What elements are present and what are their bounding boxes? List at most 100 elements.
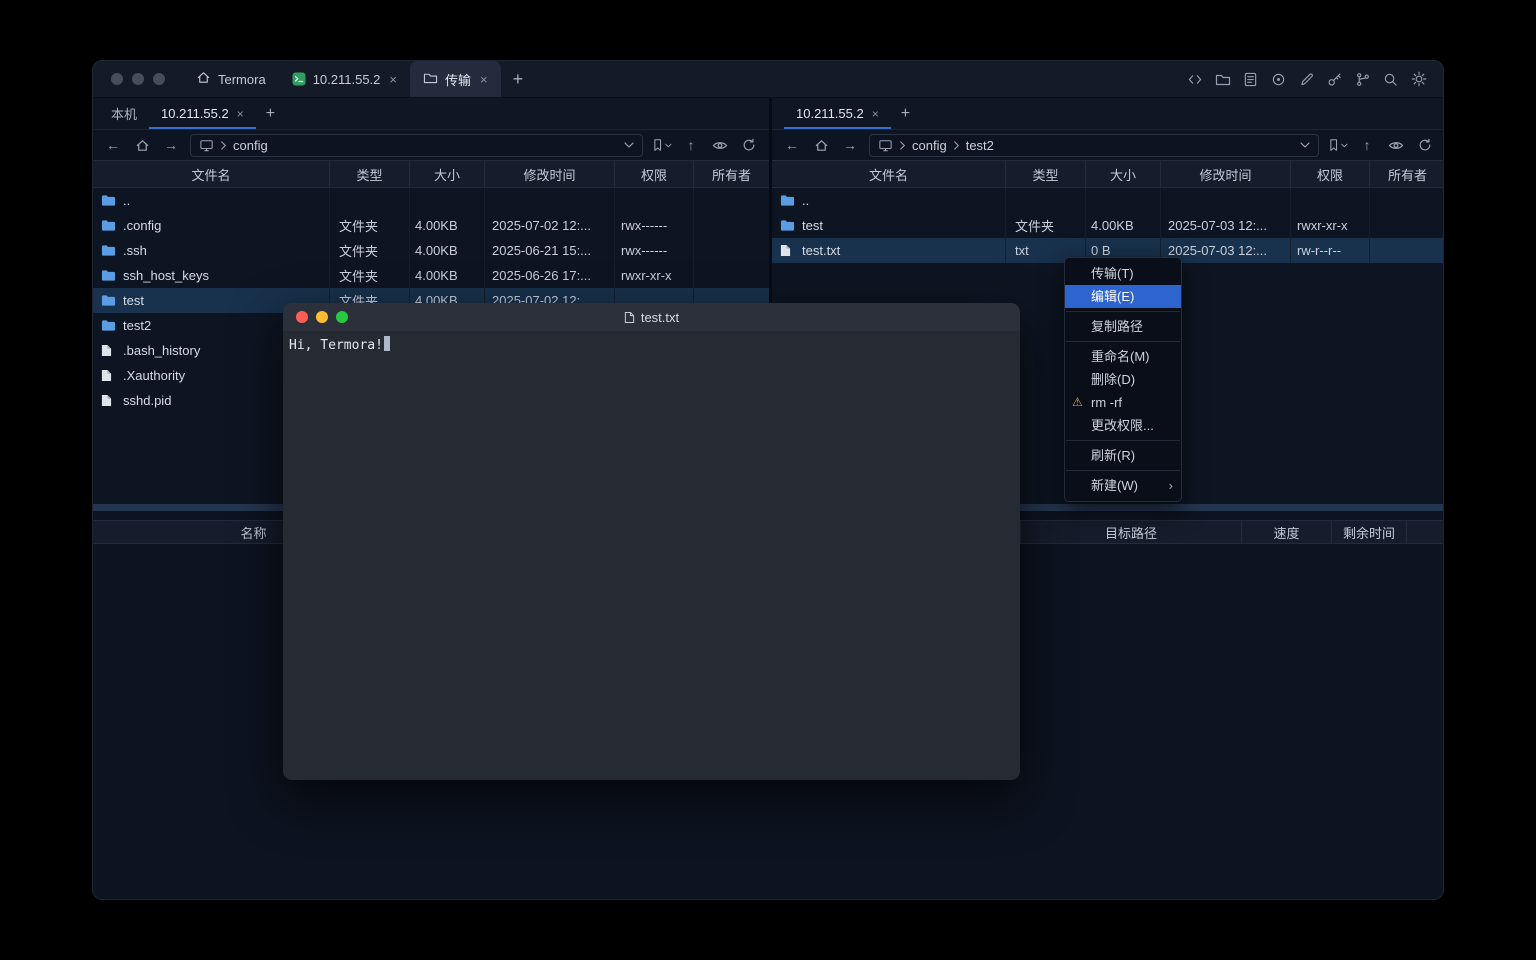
forward-icon[interactable]: → (161, 135, 181, 155)
file-owner (1369, 188, 1444, 213)
minimize-window-button[interactable] (316, 311, 328, 323)
file-type-icon (780, 194, 795, 208)
column-header-size[interactable]: 大小 (1085, 161, 1160, 187)
menu-item-copy-path[interactable]: 复制路径 (1065, 315, 1181, 338)
key-icon[interactable] (1326, 71, 1343, 88)
table-row[interactable]: .config 文件夹 4.00KB 2025-07-02 12:... rwx… (93, 213, 769, 238)
zoom-window-button[interactable] (336, 311, 348, 323)
column-header-owner[interactable]: 所有者 (693, 161, 769, 187)
column-header-owner[interactable]: 所有者 (1369, 161, 1444, 187)
add-panel-tab-button[interactable]: + (891, 98, 920, 129)
transfer-column-speed[interactable]: 速度 (1241, 521, 1331, 543)
path-segment[interactable]: config (912, 138, 947, 153)
path-segment[interactable]: test2 (966, 138, 994, 153)
table-row[interactable]: .. (93, 188, 769, 213)
menu-item-edit[interactable]: 编辑(E) (1065, 285, 1181, 308)
history-icon[interactable] (1242, 71, 1259, 88)
tab-ssh-session[interactable]: 10.211.55.2 × (279, 61, 410, 97)
file-owner (693, 238, 769, 263)
path-segment[interactable]: config (233, 138, 268, 153)
file-name: test (802, 218, 823, 233)
column-header-modified[interactable]: 修改时间 (1160, 161, 1290, 187)
editor-titlebar[interactable]: test.txt (283, 303, 1020, 331)
minimize-window-button[interactable] (132, 73, 144, 85)
tab-transfer[interactable]: 传输 × (410, 61, 501, 97)
column-header-name[interactable]: 文件名 (93, 161, 329, 187)
back-icon[interactable]: ← (782, 135, 802, 155)
refresh-icon[interactable] (1415, 135, 1435, 155)
add-panel-tab-button[interactable]: + (256, 98, 285, 129)
left-panel-tabs: 本机 10.211.55.2 × + (93, 98, 769, 130)
column-header-name[interactable]: 文件名 (772, 161, 1005, 187)
menu-item-change-permissions[interactable]: 更改权限... (1065, 414, 1181, 437)
refresh-icon[interactable] (739, 135, 759, 155)
column-header-size[interactable]: 大小 (409, 161, 484, 187)
tab-home[interactable]: Termora (183, 61, 279, 97)
close-icon[interactable]: × (237, 107, 244, 121)
transfer-column-target-path[interactable]: 目标路径 (1020, 521, 1241, 543)
tab-remote-right[interactable]: 10.211.55.2 × (784, 98, 891, 129)
column-header-type[interactable]: 类型 (329, 161, 409, 187)
folder-icon[interactable] (1214, 71, 1231, 88)
home-icon[interactable] (811, 135, 831, 155)
settings-icon[interactable] (1410, 71, 1427, 88)
table-row[interactable]: .ssh 文件夹 4.00KB 2025-06-21 15:... rwx---… (93, 238, 769, 263)
table-row[interactable]: ssh_host_keys 文件夹 4.00KB 2025-06-26 17:.… (93, 263, 769, 288)
close-window-button[interactable] (296, 311, 308, 323)
menu-separator (1066, 341, 1180, 342)
code-icon[interactable] (1186, 71, 1203, 88)
chevron-down-icon[interactable] (624, 142, 634, 148)
chevron-right-icon (953, 141, 960, 150)
chevron-right-icon (899, 141, 906, 150)
search-icon[interactable] (1382, 71, 1399, 88)
file-type-icon (101, 244, 116, 258)
file-type: 文件夹 (329, 213, 409, 238)
close-icon[interactable]: × (480, 72, 488, 87)
transfer-column-remaining[interactable]: 剩余时间 (1331, 521, 1406, 543)
parent-directory-icon[interactable]: ↑ (681, 135, 701, 155)
back-icon[interactable]: ← (103, 135, 123, 155)
show-hidden-icon[interactable] (1386, 135, 1406, 155)
menu-item-refresh[interactable]: 刷新(R) (1065, 444, 1181, 467)
file-name: .bash_history (123, 343, 200, 358)
file-type-icon (101, 269, 116, 283)
path-breadcrumb[interactable]: config (190, 134, 643, 157)
column-header-permissions[interactable]: 权限 (1290, 161, 1369, 187)
close-icon[interactable]: × (389, 72, 397, 87)
column-header-permissions[interactable]: 权限 (614, 161, 693, 187)
table-row[interactable]: .. (772, 188, 1444, 213)
path-breadcrumb[interactable]: config test2 (869, 134, 1319, 157)
close-window-button[interactable] (111, 73, 123, 85)
editor-window-controls[interactable] (283, 311, 348, 323)
menu-item-rm-rf[interactable]: ⚠ rm -rf (1065, 391, 1181, 414)
bookmark-icon[interactable] (1328, 135, 1348, 155)
file-type-icon (780, 219, 795, 233)
menu-item-transfer[interactable]: 传输(T) (1065, 262, 1181, 285)
editor-text: Hi, Termora! (289, 338, 383, 353)
record-icon[interactable] (1270, 71, 1287, 88)
home-icon[interactable] (132, 135, 152, 155)
menu-separator (1066, 311, 1180, 312)
menu-item-rename[interactable]: 重命名(M) (1065, 345, 1181, 368)
file-size: 4.00KB (409, 213, 484, 238)
new-tab-button[interactable]: + (501, 61, 536, 97)
tab-local[interactable]: 本机 (99, 98, 149, 129)
menu-item-new[interactable]: 新建(W) › (1065, 474, 1181, 497)
menu-item-delete[interactable]: 删除(D) (1065, 368, 1181, 391)
right-pathbar: ← → config test2 ↑ (772, 130, 1444, 160)
forward-icon[interactable]: → (840, 135, 860, 155)
column-header-type[interactable]: 类型 (1005, 161, 1085, 187)
close-icon[interactable]: × (872, 107, 879, 121)
editor-content[interactable]: Hi, Termora! (283, 331, 1020, 780)
column-header-modified[interactable]: 修改时间 (484, 161, 614, 187)
show-hidden-icon[interactable] (710, 135, 730, 155)
edit-icon[interactable] (1298, 71, 1315, 88)
window-controls[interactable] (93, 61, 183, 97)
branch-icon[interactable] (1354, 71, 1371, 88)
zoom-window-button[interactable] (153, 73, 165, 85)
chevron-down-icon[interactable] (1300, 142, 1310, 148)
bookmark-icon[interactable] (652, 135, 672, 155)
table-row[interactable]: test 文件夹 4.00KB 2025-07-03 12:... rwxr-x… (772, 213, 1444, 238)
tab-remote-left[interactable]: 10.211.55.2 × (149, 98, 256, 129)
parent-directory-icon[interactable]: ↑ (1357, 135, 1377, 155)
